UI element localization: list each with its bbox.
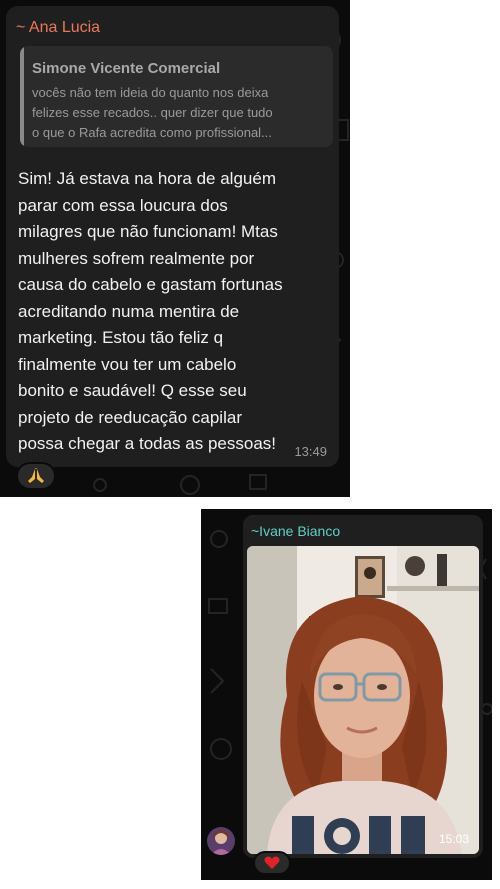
quoted-text-line: vocês não tem ideia do quanto nos deixa — [32, 85, 269, 100]
quoted-text: vocês não tem ideia do quanto nos deixa … — [32, 83, 328, 143]
message-text-line: parar com essa loucura dos — [18, 195, 228, 215]
quoted-text-line: o que o Rafa acredita como profissional.… — [32, 125, 272, 140]
chat-panel-ana-lucia: ~ Ana Lucia Simone Vicente Comercial voc… — [0, 0, 350, 497]
quoted-text-line: felizes esse recados.. quer dizer que tu… — [32, 105, 273, 120]
photo-message[interactable]: 15:03 — [247, 546, 479, 854]
message-text-line: milagres que não funcionam! Mtas — [18, 222, 278, 241]
avatar-image — [207, 827, 235, 855]
red-heart-icon — [264, 856, 280, 869]
message-text: Sim! Já estava na hora de alguém parar c… — [18, 166, 334, 458]
message-text-line: causa do cabelo e gastam fortunas — [18, 275, 283, 294]
chat-panel-ivane-bianco: ~Ivane Bianco 15:03 — [201, 509, 492, 880]
reaction-badge[interactable] — [16, 462, 56, 490]
message-timestamp: 15:03 — [438, 832, 469, 846]
message-text-line: possa chegar a todas as pessoas! — [18, 434, 276, 453]
message-text-line: bonito e saudável! Q esse seu — [18, 381, 247, 400]
message-text-line: Sim! Já estava na hora de alguém — [18, 169, 276, 188]
message-bubble[interactable]: ~Ivane Bianco 15:03 — [243, 515, 483, 858]
sender-name[interactable]: ~Ivane Bianco — [251, 523, 340, 539]
message-bubble[interactable]: ~ Ana Lucia Simone Vicente Comercial voc… — [6, 6, 339, 467]
message-text-line: finalmente vou ter um cabelo — [18, 354, 237, 374]
message-text-line: acreditando numa mentira de — [18, 301, 240, 321]
quoted-author: Simone Vicente Comercial — [32, 60, 221, 77]
sender-name[interactable]: ~ Ana Lucia — [16, 19, 100, 37]
praying-hands-icon — [28, 468, 44, 483]
quoted-message[interactable]: Simone Vicente Comercial vocês não tem i… — [20, 46, 333, 147]
message-text-line: projeto de reeducação capilar — [18, 407, 242, 427]
message-text-line: marketing. Estou tão feliz q — [18, 328, 224, 347]
quote-accent-bar — [20, 46, 24, 147]
message-timestamp: 13:49 — [294, 444, 327, 459]
photo-image-icon — [247, 546, 479, 854]
message-text-line: mulheres sofrem realmente por — [18, 248, 255, 268]
sender-avatar[interactable] — [207, 827, 235, 855]
reaction-badge[interactable] — [253, 851, 291, 875]
